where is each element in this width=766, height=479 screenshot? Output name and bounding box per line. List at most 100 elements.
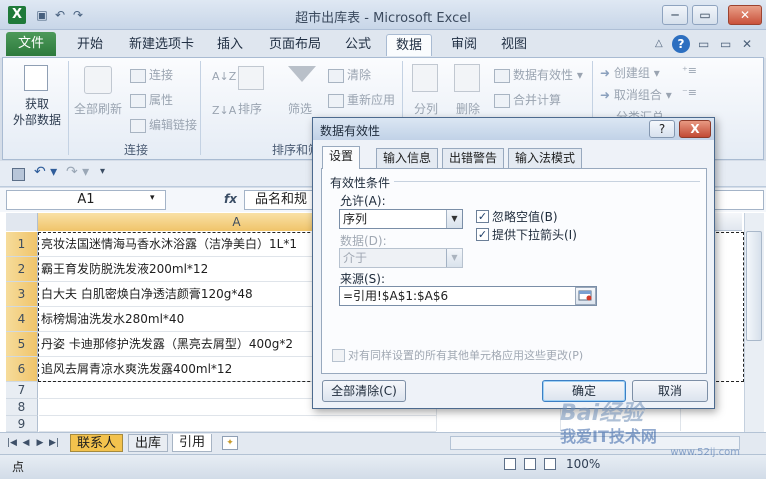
remove-duplicates-button[interactable]: 删除 [456, 100, 480, 117]
sort-asc-icon[interactable]: A↓Z [212, 70, 236, 83]
ignore-blank-checkbox[interactable]: ✓ [476, 210, 489, 223]
tab-formulas[interactable]: 公式 [336, 34, 380, 56]
tab-view[interactable]: 视图 [492, 34, 536, 56]
apply-all-checkbox[interactable] [332, 349, 345, 362]
dialog-close-icon[interactable]: X [679, 120, 711, 138]
source-label: 来源(S): [340, 272, 386, 286]
show-detail-icon[interactable]: ⁺≡ [682, 64, 697, 77]
clear-all-button[interactable]: 全部清除(C) [322, 380, 406, 402]
apply-all-label: 对有同样设置的所有其他单元格应用这些更改(P) [348, 349, 584, 362]
clear-label: 清除 [347, 68, 372, 82]
close-icon[interactable]: ✕ [728, 5, 762, 25]
source-input[interactable]: =引用!$A$1:$A$6 [339, 286, 597, 306]
tab-input-message[interactable]: 输入信息 [376, 148, 439, 168]
ribbon-close-icon[interactable]: ✕ [742, 37, 752, 51]
data-select[interactable]: 介于 ▼ [339, 248, 463, 268]
page-layout-view-icon[interactable] [524, 458, 536, 470]
last-sheet-icon[interactable]: ▶| [48, 436, 60, 450]
clear-icon [328, 68, 344, 83]
page-break-view-icon[interactable] [544, 458, 556, 470]
tab-review[interactable]: 审阅 [442, 34, 486, 56]
insert-function-icon[interactable]: fx [224, 192, 237, 206]
undo-icon[interactable]: ↶ ▾ [34, 164, 57, 180]
row-header[interactable]: 6 [6, 357, 38, 382]
clear-button[interactable]: 清除 [328, 66, 371, 83]
edit-links-button[interactable]: 编辑链接 [130, 116, 197, 133]
consolidate-button[interactable]: 合并计算 [494, 91, 561, 108]
ribbon-restore-icon[interactable]: ▭ [720, 37, 731, 51]
tab-file[interactable]: 文件 [6, 32, 56, 56]
vertical-scroll-thumb[interactable] [746, 231, 762, 341]
refresh-all-button[interactable]: 全部刷新 [74, 100, 122, 117]
chevron-down-icon: ▼ [446, 210, 462, 228]
filter-icon [288, 66, 316, 82]
sheet-tab-ref[interactable]: 引用 [172, 434, 213, 452]
sort-button[interactable]: 排序 [238, 100, 262, 117]
tab-new[interactable]: 新建选项卡 [120, 34, 203, 56]
tab-error-alert[interactable]: 出错警告 [442, 148, 505, 168]
properties-button[interactable]: 属性 [130, 91, 173, 108]
ribbon-minimize-icon[interactable]: ▭ [698, 37, 709, 51]
text-to-columns-icon [412, 64, 438, 92]
row-header[interactable]: 3 [6, 282, 38, 307]
table-row[interactable] [39, 416, 436, 432]
allow-select[interactable]: 序列 ▼ [339, 209, 463, 229]
insert-sheet-icon[interactable]: ✦ [222, 436, 238, 450]
row-header[interactable]: 1 [6, 232, 38, 257]
dialog-help-icon[interactable]: ? [649, 120, 675, 138]
name-box[interactable]: A1 [6, 190, 166, 210]
row-header[interactable]: 4 [6, 307, 38, 332]
name-box-dropdown-icon[interactable]: ▾ [150, 193, 155, 203]
in-cell-dropdown-checkbox[interactable]: ✓ [476, 228, 489, 241]
select-all-corner[interactable] [6, 213, 38, 231]
range-picker-icon[interactable] [575, 287, 596, 305]
first-sheet-icon[interactable]: |◀ [6, 436, 18, 450]
redo-icon[interactable]: ↷ ▾ [66, 164, 89, 180]
next-sheet-icon[interactable]: ▶ [34, 436, 46, 450]
group-label: 创建组 [613, 66, 650, 80]
sort-desc-icon[interactable]: Z↓A [212, 104, 236, 117]
restore-icon[interactable]: ▭ [692, 5, 718, 25]
normal-view-icon[interactable] [504, 458, 516, 470]
save-icon[interactable] [12, 168, 25, 181]
connections-button[interactable]: 连接 [130, 66, 173, 83]
tab-home[interactable]: 开始 [68, 34, 112, 56]
watermark-line3: www.52ij.com [670, 447, 740, 458]
criteria-heading: 有效性条件 [330, 176, 391, 190]
reapply-button[interactable]: 重新应用 [328, 91, 395, 108]
tab-page-layout[interactable]: 页面布局 [260, 34, 330, 56]
prev-sheet-icon[interactable]: ◀ [20, 436, 32, 450]
group-icon: ➜ [600, 66, 614, 80]
help-icon[interactable]: ? [672, 35, 690, 53]
sheet-tab-contacts[interactable]: 联系人 [70, 434, 124, 452]
external-data-button[interactable]: 获取 外部数据 [8, 96, 66, 128]
external-data-icon [24, 65, 48, 91]
row-header[interactable]: 7 [6, 382, 38, 399]
tab-data[interactable]: 数据 [386, 34, 433, 56]
data-validation-icon [494, 68, 510, 83]
tab-settings[interactable]: 设置 [322, 146, 361, 169]
group-button[interactable]: ➜ 创建组 ▾ [600, 64, 660, 81]
tab-ime-mode[interactable]: 输入法模式 [508, 148, 583, 168]
connections-label: 连接 [149, 68, 174, 82]
row-header[interactable]: 8 [6, 399, 38, 416]
sheet-tab-out[interactable]: 出库 [128, 434, 169, 452]
ungroup-button[interactable]: ➜ 取消组合 ▾ [600, 86, 672, 103]
reapply-icon [328, 93, 344, 108]
data-validation-button[interactable]: 数据有效性 ▾ [494, 66, 583, 83]
row-header[interactable]: 9 [6, 416, 38, 432]
row-header[interactable]: 5 [6, 332, 38, 357]
row-header[interactable]: 2 [6, 257, 38, 282]
filter-button[interactable]: 筛选 [288, 100, 312, 117]
customize-toolbar-icon[interactable]: ▾ [100, 166, 105, 177]
data-validation-label: 数据有效性 [513, 68, 574, 82]
text-to-columns-button[interactable]: 分列 [414, 100, 438, 117]
data-value: 介于 [343, 251, 368, 265]
zoom-level[interactable]: 100% [566, 457, 600, 471]
minimize-icon[interactable]: ─ [662, 5, 688, 25]
ribbon-separator [200, 61, 201, 155]
hide-detail-icon[interactable]: ⁻≡ [682, 86, 697, 99]
watermark: Bai经验 我爱IT技术网 www.52ij.com [560, 395, 760, 458]
collapse-ribbon-icon[interactable]: △ [655, 38, 663, 49]
tab-insert[interactable]: 插入 [208, 34, 252, 56]
